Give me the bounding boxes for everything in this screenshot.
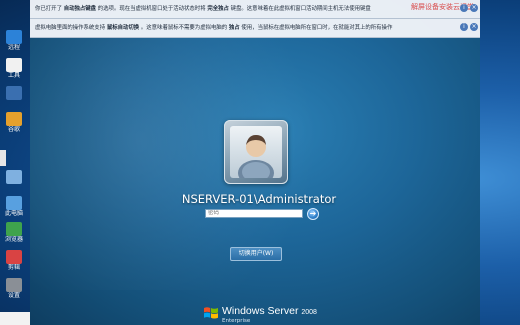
host-icon-7[interactable]: 浏览器 bbox=[2, 222, 26, 243]
host-icon-1[interactable]: 远程 bbox=[2, 30, 26, 51]
brand-edition: Enterprise bbox=[222, 318, 251, 324]
host-icon-2[interactable]: 工具 bbox=[2, 58, 26, 79]
host-icon-9[interactable]: 设置 bbox=[2, 278, 26, 299]
host-icon-6[interactable]: 此电脑 bbox=[2, 196, 26, 217]
app-icon bbox=[6, 58, 22, 72]
host-icon-8[interactable]: 剪辑 bbox=[2, 250, 26, 271]
arrow-right-icon[interactable]: ➔ bbox=[307, 208, 319, 220]
windows-server-logo: Windows Server 2008 Enterprise bbox=[203, 304, 323, 325]
keyboard-capture-notice: 你已打开了 自动独占键盘 的选项。现在当虚拟机窗口处于活动状态时将 完全独占 键… bbox=[30, 0, 480, 19]
info-icon[interactable]: i bbox=[460, 4, 468, 12]
host-side-badge bbox=[0, 150, 6, 166]
app-icon bbox=[6, 112, 22, 126]
app-icon bbox=[6, 222, 22, 236]
vm-window[interactable]: 你已打开了 自动独占键盘 的选项。现在当虚拟机窗口处于活动状态时将 完全独占 键… bbox=[30, 0, 480, 325]
app-icon bbox=[6, 278, 22, 292]
switch-user-button[interactable]: 切换用户(W) bbox=[230, 247, 282, 261]
username-label: NSERVER-01\Administrator bbox=[181, 192, 337, 206]
app-icon bbox=[6, 170, 22, 184]
app-icon bbox=[6, 86, 22, 100]
app-icon bbox=[6, 196, 22, 210]
app-icon bbox=[6, 30, 22, 44]
mouse-integration-notice: 虚拟电脑里面的操作系统支持 鼠标自动切换 。这意味着鼠标不需要为虚拟电脑的 独占… bbox=[30, 19, 480, 38]
info-icon[interactable]: i bbox=[460, 23, 468, 31]
windows-flag-icon bbox=[204, 307, 218, 319]
password-input[interactable] bbox=[205, 209, 303, 218]
host-icon-4[interactable]: 谷歌 bbox=[2, 112, 26, 133]
user-avatar bbox=[224, 120, 288, 184]
app-icon bbox=[6, 250, 22, 264]
close-icon[interactable]: × bbox=[470, 23, 478, 31]
host-icon-3[interactable] bbox=[2, 86, 26, 100]
user-icon bbox=[238, 135, 274, 178]
close-icon[interactable]: × bbox=[470, 4, 478, 12]
brand-name: Windows Server bbox=[222, 305, 299, 317]
host-icon-5[interactable] bbox=[2, 170, 26, 184]
brand-version: 2008 bbox=[301, 309, 317, 316]
